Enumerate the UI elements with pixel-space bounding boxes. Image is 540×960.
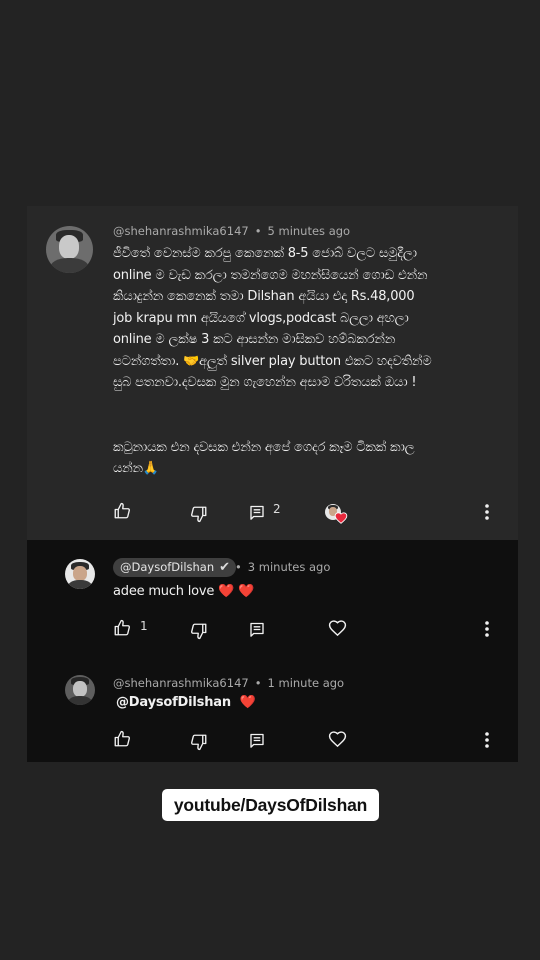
comment-time: 5 minutes ago	[267, 224, 351, 238]
comment-line: job krapu mn අයියගේ vlogs,podcast බලලා අ…	[113, 310, 409, 326]
reply-avatar[interactable]	[65, 559, 95, 589]
creator-name-chip[interactable]: @DaysofDilshan ✔	[113, 558, 237, 577]
comment-author[interactable]: @shehanrashmika6147	[113, 224, 249, 238]
heart-icon[interactable]	[328, 730, 347, 748]
reply-count: 2	[273, 502, 281, 516]
thumb-up-icon[interactable]	[113, 730, 131, 748]
comment-line: online ම ලක්ෂ 3 කට ආසන්න මාසිකව හම්බකරන්…	[113, 332, 396, 347]
like-count: 1	[140, 619, 148, 633]
reply-text: adee much love ❤️ ❤️	[113, 581, 254, 603]
creator-heart-badge	[325, 504, 349, 526]
comment-line: online ම වැඩ කරලා තමන්ගෙම මහන්සියෙන් ගොඩ…	[113, 267, 428, 283]
reply-time: 3 minutes ago	[247, 560, 331, 574]
thumb-down-icon[interactable]	[190, 622, 208, 640]
thumb-down-icon[interactable]	[190, 505, 208, 523]
comment-line: යන්න🙏	[113, 461, 159, 476]
heart-icon[interactable]	[328, 619, 347, 637]
more-vertical-icon[interactable]	[483, 502, 491, 522]
verified-check-icon: ✔	[219, 560, 231, 575]
comments-card: @shehanrashmika6147 • 5 minutes ago ජීවිතේ…	[27, 206, 518, 762]
more-vertical-icon[interactable]	[483, 730, 491, 750]
reply-text-line: adee much love ❤️ ❤️	[113, 584, 255, 599]
mention-link[interactable]: @DaysofDilshan	[116, 695, 231, 710]
reply-author[interactable]: @shehanrashmika6147	[113, 676, 249, 690]
reply-icon[interactable]	[249, 732, 265, 749]
thumb-up-icon[interactable]	[113, 619, 131, 637]
reply-icon[interactable]	[249, 504, 265, 521]
comment-line: සුබ පතනවා.දවසක මුන ගැහෙන්න අසාම වරිතයක් …	[113, 375, 417, 390]
reply-time: 1 minute ago	[267, 676, 345, 690]
reply-avatar[interactable]	[65, 675, 95, 705]
comment-meta: @shehanrashmika6147 • 5 minutes ago	[113, 224, 351, 238]
comment-line: කටුනායක එන දවසක එන්න අපේ ගෙදර කෑම ටිකක් …	[113, 439, 415, 455]
reply-text: @DaysofDilshan ❤️	[116, 692, 256, 714]
reply-author: @DaysofDilshan	[120, 560, 215, 574]
heart-icon	[334, 512, 348, 524]
reply-icon[interactable]	[249, 621, 265, 638]
avatar[interactable]	[46, 226, 93, 273]
heart-emoji: ❤️	[239, 695, 256, 710]
more-vertical-icon[interactable]	[483, 619, 491, 639]
thumb-up-icon[interactable]	[113, 502, 131, 520]
thumb-down-icon[interactable]	[190, 733, 208, 751]
channel-url-banner: youtube/DaysOfDilshan	[162, 789, 379, 821]
top-comment: @shehanrashmika6147 • 5 minutes ago ජීවිතේ…	[27, 206, 518, 540]
reply-meta: • 3 minutes ago	[235, 560, 331, 574]
comment-line	[113, 415, 432, 437]
comment-line: කියාදුන්න කෙනෙක් තමා Dilshan අයියා එදා R…	[113, 289, 415, 304]
comment-text: ජීවිතේ වෙනස්ම කරපු කෙනෙක් 8-5 ජොබ් වලට ස…	[113, 243, 432, 480]
reply-meta: @shehanrashmika6147 • 1 minute ago	[113, 676, 345, 690]
comment-line	[113, 394, 432, 416]
comment-line: පටන්ගත්තා. 🤝අලුත් silver play button එකට…	[113, 353, 432, 369]
comment-line: ජීවිතේ වෙනස්ම කරපු කෙනෙක් 8-5 ජොබ් වලට ස…	[113, 246, 417, 261]
